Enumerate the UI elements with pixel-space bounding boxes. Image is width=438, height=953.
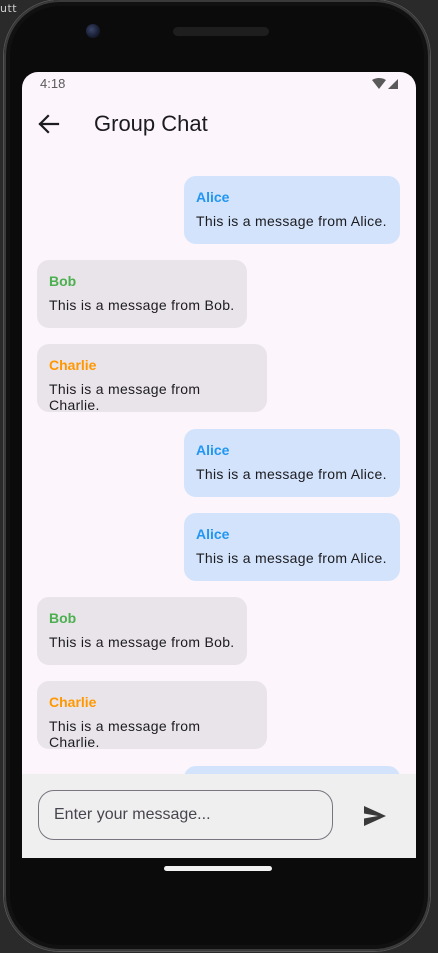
message-sender: Alice xyxy=(196,189,230,205)
message-sender: Bob xyxy=(49,610,77,626)
message-composer xyxy=(22,774,416,858)
message-sender: Alice xyxy=(196,526,230,542)
wifi-icon xyxy=(372,78,386,89)
message-bubble[interactable]: Alice This is a message from Alice. xyxy=(184,176,400,244)
message-input[interactable] xyxy=(38,790,333,840)
message-text: This is a message from Charlie. xyxy=(49,381,201,413)
status-bar: 4:18 xyxy=(22,72,416,96)
back-arrow-icon[interactable] xyxy=(34,110,64,138)
message-text: This is a message from Alice. xyxy=(196,213,387,229)
front-camera xyxy=(86,24,100,38)
message-sender: Alice xyxy=(196,442,230,458)
page-title: Group Chat xyxy=(94,111,208,136)
message-bubble[interactable]: Alice This is a message from Alice. xyxy=(184,513,400,581)
app-bar: Group Chat xyxy=(22,96,416,152)
host-window-text: utt xyxy=(0,2,18,15)
cellular-icon xyxy=(388,79,398,89)
app-screen: 4:18 Group Chat Alice This is a message f… xyxy=(22,72,416,858)
message-text: This is a message from Charlie. xyxy=(49,718,201,750)
status-time: 4:18 xyxy=(40,76,66,91)
message-text: This is a message from Alice. xyxy=(196,550,387,566)
message-sender: Charlie xyxy=(49,357,97,373)
send-icon[interactable] xyxy=(362,804,388,828)
message-text: This is a message from Alice. xyxy=(196,466,387,482)
message-text: This is a message from Bob. xyxy=(49,634,235,650)
message-bubble[interactable]: Alice This is a message from Alice. xyxy=(184,429,400,497)
message-bubble[interactable]: Bob This is a message from Bob. xyxy=(37,597,247,665)
earpiece-speaker xyxy=(173,27,269,36)
message-text: This is a message from Bob. xyxy=(49,297,235,313)
message-bubble[interactable]: Charlie This is a message from Charlie. xyxy=(37,344,267,413)
message-bubble[interactable]: Bob This is a message from Bob. xyxy=(37,260,247,328)
home-indicator[interactable] xyxy=(164,866,272,871)
signal-icons xyxy=(372,78,398,89)
message-bubble[interactable]: Charlie This is a message from Charlie. xyxy=(37,681,267,750)
message-sender: Bob xyxy=(49,273,77,289)
message-list[interactable]: Alice This is a message from Alice. Bob Thi… xyxy=(22,152,416,806)
message-sender: Charlie xyxy=(49,694,97,710)
